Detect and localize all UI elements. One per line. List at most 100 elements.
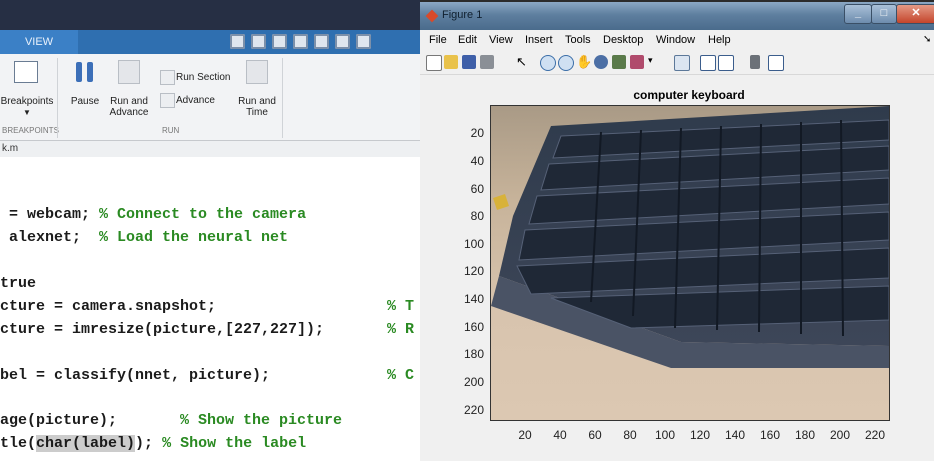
menu-file[interactable]: File [429,34,447,46]
data-cursor-icon[interactable] [612,55,626,69]
breakpoints-button[interactable]: Breakpoints [0,96,54,107]
pointer-icon[interactable]: ↖ [516,55,527,69]
menu-insert[interactable]: Insert [525,34,553,46]
matlab-editor-window: VIEW Breakpoints ▼ Pause Run and Advance… [0,0,420,461]
code-selection: char(label) [36,435,136,452]
menu-help[interactable]: Help [708,34,731,46]
hide-plot-tools-icon[interactable] [750,55,760,69]
code-text: ); [135,435,163,452]
zoom-out-icon[interactable] [558,55,574,71]
maximize-button[interactable]: □ [871,4,897,24]
legend-icon[interactable] [718,55,734,71]
code-line[interactable]: age(picture); % Show the picture [0,412,342,429]
code-comment: % Show the picture [180,412,343,429]
ribbon-separator [57,58,58,138]
menu-desktop[interactable]: Desktop [603,34,643,46]
x-tick-label: 80 [623,428,637,442]
x-tick-label: 200 [829,428,851,442]
x-tick-label: 220 [864,428,886,442]
menu-overflow-icon[interactable]: ➘ [923,34,931,45]
y-tick-label: 60 [470,182,484,196]
pause-button[interactable]: Pause [66,96,104,107]
run-and-advance-button[interactable]: Run and Advance [106,96,152,118]
figure-titlebar[interactable]: Figure 1 _ □ ✕ [420,2,934,30]
group-label-run: RUN [162,126,180,135]
redo-icon[interactable] [335,34,350,49]
switch-windows-icon[interactable] [356,34,371,49]
code-editor[interactable]: = webcam; % Connect to the camera alexne… [0,157,420,461]
chevron-down-icon[interactable]: ▼ [22,108,32,117]
advance-button[interactable]: Advance [176,95,215,106]
figure-toolbar: ↖ ✋ ▾ [420,50,934,75]
pause-icon[interactable] [76,62,94,82]
code-text: bel = classify(nnet, picture); [0,367,271,384]
code-text: tle( [0,435,37,452]
link-plot-icon[interactable] [674,55,690,71]
group-label-breakpoints: BREAKPOINTS [2,126,59,135]
rotate-3d-icon[interactable] [594,55,608,69]
y-tick-label: 180 [463,347,484,361]
x-tick-label: 160 [759,428,781,442]
code-line[interactable]: bel = classify(nnet, picture); % C [0,367,414,384]
x-tick-label: 20 [518,428,532,442]
run-section-icon[interactable] [160,70,175,85]
code-text: cture = camera.snapshot; [0,298,217,315]
quick-access-toolbar [230,34,371,50]
code-text: cture = imresize(picture,[227,227]); [0,321,325,338]
cut-icon[interactable] [251,34,266,49]
code-line[interactable]: tle(char(label)); % Show the label [0,435,306,452]
colorbar-icon[interactable] [700,55,716,71]
code-comment: % R [387,321,415,338]
save-icon[interactable] [230,34,245,49]
figure-window: Figure 1 _ □ ✕ File Edit View Insert Too… [420,2,934,461]
matlab-titlebar [0,0,420,30]
minimize-button[interactable]: _ [844,4,872,24]
menu-view[interactable]: View [489,34,513,46]
show-plot-tools-icon[interactable] [768,55,784,71]
run-and-time-icon[interactable] [246,60,268,84]
code-text: age(picture); [0,412,118,429]
run-section-button[interactable]: Run Section [176,72,230,83]
chevron-down-icon[interactable]: ▾ [648,55,654,69]
code-line[interactable]: true [0,275,36,292]
file-name[interactable]: k.m [2,143,18,154]
y-tick-label: 140 [463,292,484,306]
open-file-icon[interactable] [444,55,458,69]
zoom-in-icon[interactable] [540,55,556,71]
code-line[interactable]: cture = camera.snapshot; % T [0,298,414,315]
save-icon[interactable] [462,55,476,69]
undo-icon[interactable] [314,34,329,49]
menu-edit[interactable]: Edit [458,34,477,46]
menu-tools[interactable]: Tools [565,34,591,46]
paste-icon[interactable] [293,34,308,49]
plot-title: computer keyboard [633,88,745,102]
image-axes[interactable] [490,105,890,421]
code-line[interactable]: = webcam; % Connect to the camera [0,206,306,223]
print-icon[interactable] [480,55,494,69]
y-tick-label: 80 [470,209,484,223]
run-and-time-button[interactable]: Run and Time [234,96,280,118]
x-tick-label: 40 [553,428,567,442]
code-line[interactable]: cture = imresize(picture,[227,227]); % R [0,321,414,338]
y-tick-label: 200 [463,375,484,389]
brush-icon[interactable] [630,55,644,69]
y-tick-label: 40 [470,154,484,168]
new-figure-icon[interactable] [426,55,442,71]
figure-title: Figure 1 [442,9,483,21]
figure-menubar: File Edit View Insert Tools Desktop Wind… [420,30,934,50]
y-tick-label: 160 [463,320,484,334]
menu-window[interactable]: Window [656,34,695,46]
code-line[interactable]: alexnet; % Load the neural net [0,229,288,246]
advance-icon[interactable] [160,93,175,108]
pan-hand-icon[interactable]: ✋ [576,55,592,69]
breakpoints-icon[interactable] [14,61,38,83]
code-comment: % Load the neural net [99,229,289,246]
y-tick-label: 120 [463,264,484,278]
x-tick-label: 100 [654,428,676,442]
run-and-advance-icon[interactable] [118,60,140,84]
close-button[interactable]: ✕ [896,4,934,24]
code-text: alexnet; [0,229,100,246]
copy-icon[interactable] [272,34,287,49]
tab-view[interactable]: VIEW [0,30,78,54]
y-tick-label: 100 [463,237,484,251]
